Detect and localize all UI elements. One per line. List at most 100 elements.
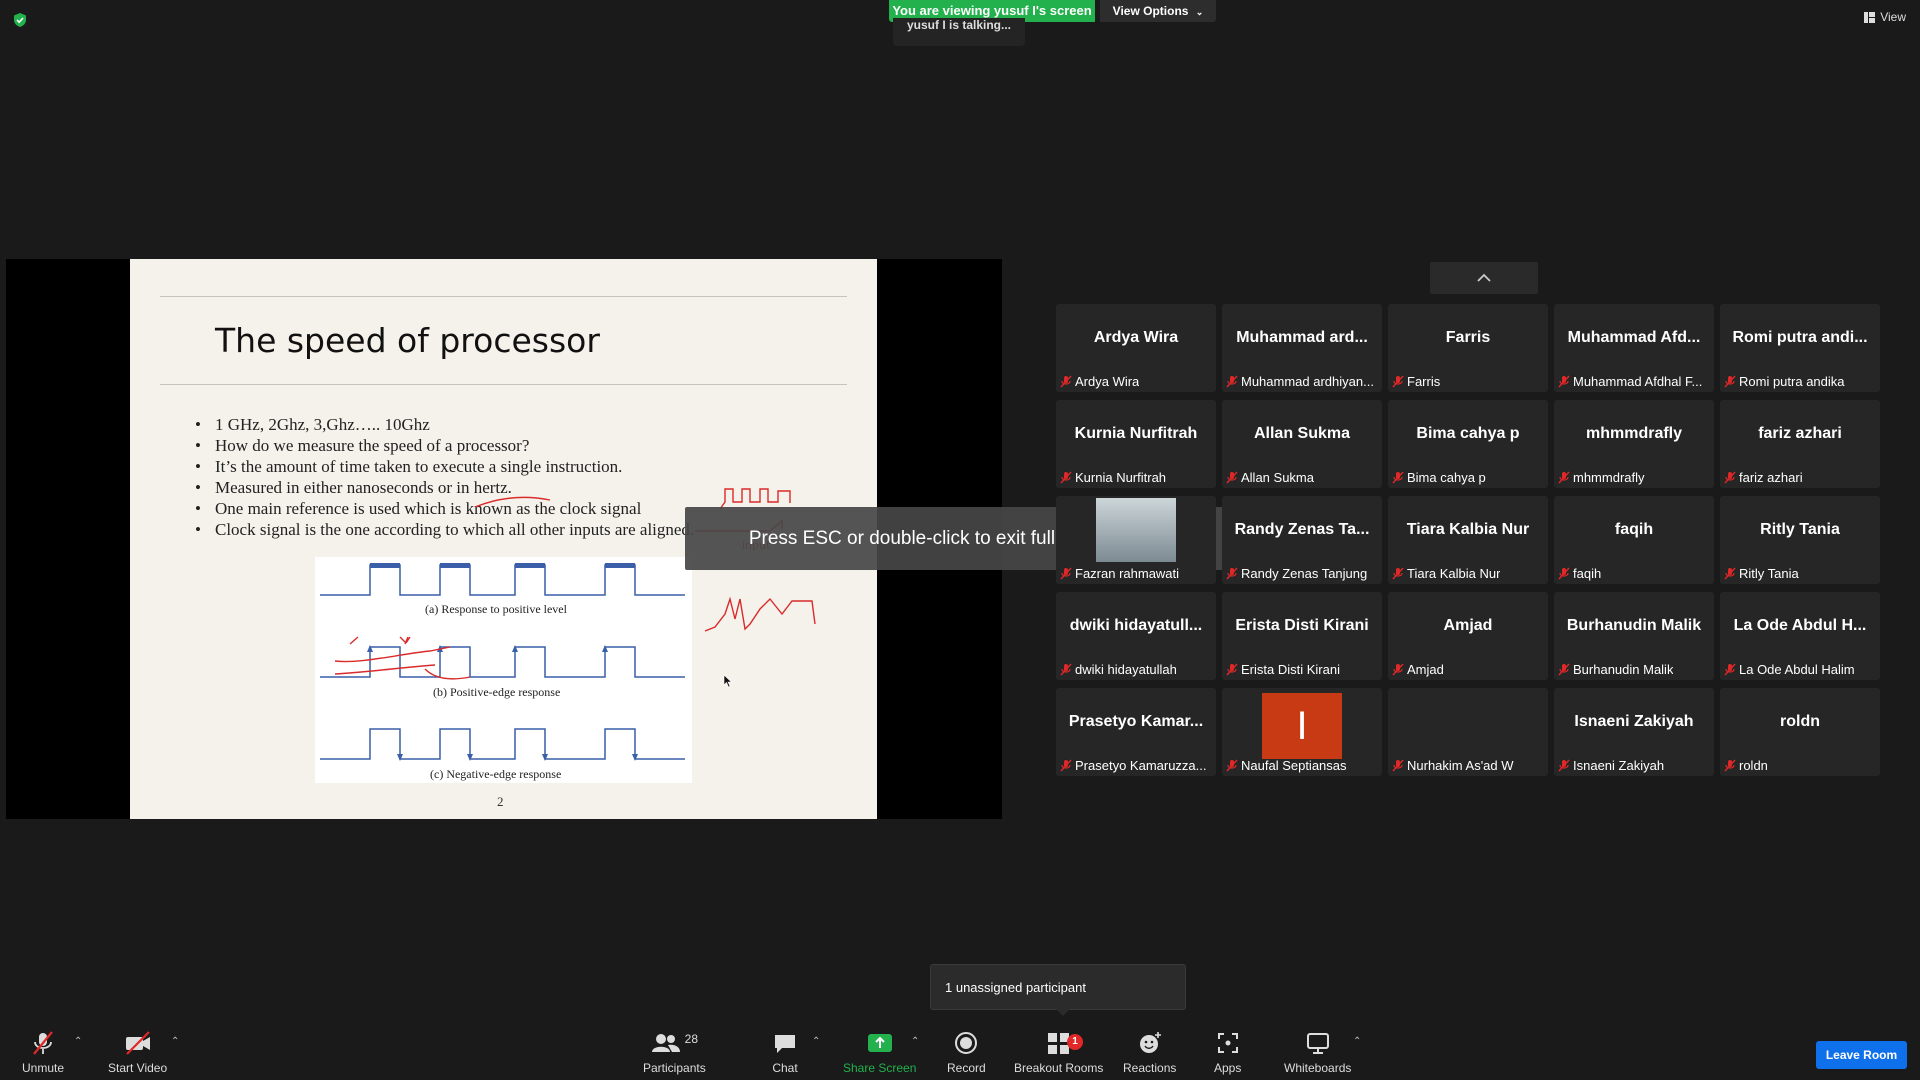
- chat-options-caret[interactable]: ⌃: [812, 1036, 820, 1047]
- participant-label-text: Erista Disti Kirani: [1241, 662, 1340, 677]
- participants-label: Participants: [643, 1061, 706, 1075]
- security-shield-icon[interactable]: [12, 12, 28, 28]
- participant-tile[interactable]: Kurnia Nurfitrah Kurnia Nurfitrah: [1056, 400, 1216, 488]
- microphone-muted-icon: [1724, 375, 1736, 388]
- chevron-up-icon: [1477, 273, 1491, 282]
- share-options-caret[interactable]: ⌃: [911, 1036, 919, 1047]
- chat-label: Chat: [772, 1061, 798, 1075]
- slide-bullet: 1 GHz, 2Ghz, 3,Ghz….. 10Ghz: [190, 414, 694, 435]
- participant-label-text: Romi putra andika: [1739, 374, 1845, 389]
- unmute-button[interactable]: Unmute: [22, 1030, 64, 1075]
- microphone-muted-icon: [1392, 471, 1404, 484]
- breakout-rooms-button[interactable]: Breakout Rooms: [1014, 1030, 1103, 1075]
- participant-tile[interactable]: faqih faqih: [1554, 496, 1714, 584]
- participants-button[interactable]: 28 Participants: [643, 1030, 706, 1075]
- participant-tile[interactable]: Isnaeni Zakiyah Isnaeni Zakiyah: [1554, 688, 1714, 776]
- participant-tile[interactable]: Muhammad ard... Muhammad ardhiyan...: [1222, 304, 1382, 392]
- microphone-muted-icon: [1724, 663, 1736, 676]
- microphone-muted-icon: [1392, 567, 1404, 580]
- participant-tile[interactable]: Randy Zenas Ta... Randy Zenas Tanjung: [1222, 496, 1382, 584]
- whiteboards-options-caret[interactable]: ⌃: [1353, 1036, 1361, 1047]
- participant-label-text: dwiki hidayatullah: [1075, 662, 1177, 677]
- participant-tile[interactable]: Erista Disti Kirani Erista Disti Kirani: [1222, 592, 1382, 680]
- participant-name-label: roldn: [1724, 758, 1768, 773]
- participant-tile[interactable]: Burhanudin Malik Burhanudin Malik: [1554, 592, 1714, 680]
- slide-title: The speed of processor: [215, 321, 600, 360]
- participant-name-label: Farris: [1392, 374, 1440, 389]
- participant-name-label: Randy Zenas Tanjung: [1226, 566, 1367, 581]
- participant-tile[interactable]: Bima cahya p Bima cahya p: [1388, 400, 1548, 488]
- participant-tile[interactable]: mhmmdrafly mhmmdrafly: [1554, 400, 1714, 488]
- participant-tile[interactable]: Romi putra andi... Romi putra andika: [1720, 304, 1880, 392]
- participant-label-text: Prasetyo Kamaruzza...: [1075, 758, 1207, 773]
- participant-tile[interactable]: I Naufal Septiansas: [1222, 688, 1382, 776]
- microphone-muted-icon: [1724, 567, 1736, 580]
- participant-name-label: Ritly Tania: [1724, 566, 1799, 581]
- participant-tile[interactable]: Allan Sukma Allan Sukma: [1222, 400, 1382, 488]
- participant-display-name: Muhammad Afd...: [1567, 329, 1701, 346]
- participant-label-text: mhmmdrafly: [1573, 470, 1645, 485]
- participant-display-name: Bima cahya p: [1416, 425, 1520, 442]
- participant-tile[interactable]: La Ode Abdul H... La Ode Abdul Halim: [1720, 592, 1880, 680]
- participant-tile[interactable]: Ritly Tania Ritly Tania: [1720, 496, 1880, 584]
- participant-label-text: Muhammad Afdhal F...: [1573, 374, 1703, 389]
- audio-options-caret[interactable]: ⌃: [74, 1036, 82, 1047]
- apps-label: Apps: [1214, 1061, 1242, 1075]
- slide-bullet: How do we measure the speed of a process…: [190, 435, 694, 456]
- participant-label-text: Ritly Tania: [1739, 566, 1799, 581]
- participant-label-text: Isnaeni Zakiyah: [1573, 758, 1665, 773]
- participant-display-name: Randy Zenas Ta...: [1234, 521, 1370, 538]
- participant-name-label: Amjad: [1392, 662, 1444, 677]
- participant-tile[interactable]: Tiara Kalbia Nur Tiara Kalbia Nur: [1388, 496, 1548, 584]
- grid-view-icon: [1864, 11, 1876, 23]
- record-button[interactable]: Record: [947, 1030, 986, 1075]
- diagram-caption: (a) Response to positive level: [425, 602, 567, 616]
- participant-tile[interactable]: fariz azhari fariz azhari: [1720, 400, 1880, 488]
- participant-label-text: Kurnia Nurfitrah: [1075, 470, 1167, 485]
- participant-tile[interactable]: Farris Farris: [1388, 304, 1548, 392]
- participant-name-label: Kurnia Nurfitrah: [1060, 470, 1166, 485]
- participant-name-label: La Ode Abdul Halim: [1724, 662, 1855, 677]
- participant-label-text: Muhammad ardhiyan...: [1241, 374, 1374, 389]
- microphone-muted-icon: [1226, 471, 1238, 484]
- microphone-muted-icon: [1558, 663, 1570, 676]
- breakout-rooms-label: Breakout Rooms: [1014, 1061, 1104, 1075]
- participant-name-label: Prasetyo Kamaruzza...: [1060, 758, 1207, 773]
- breakout-notification-badge: 1: [1067, 1034, 1083, 1050]
- participant-tile[interactable]: roldn roldn: [1720, 688, 1880, 776]
- participant-tile[interactable]: Amjad Amjad: [1388, 592, 1548, 680]
- apps-button[interactable]: Apps: [1214, 1030, 1241, 1075]
- microphone-muted-icon: [30, 1030, 56, 1056]
- participant-tile[interactable]: Prasetyo Kamar... Prasetyo Kamaruzza...: [1056, 688, 1216, 776]
- slide-bullet: Measured in either nanoseconds or in her…: [190, 477, 694, 498]
- microphone-muted-icon: [1226, 375, 1238, 388]
- participant-tile[interactable]: Ardya Wira Ardya Wira: [1056, 304, 1216, 392]
- participant-name-label: Fazran rahmawati: [1060, 566, 1179, 581]
- participant-label-text: La Ode Abdul Halim: [1739, 662, 1855, 677]
- participant-name-label: Allan Sukma: [1226, 470, 1314, 485]
- share-screen-label: Share Screen: [843, 1061, 917, 1075]
- leave-room-button[interactable]: Leave Room: [1816, 1041, 1907, 1069]
- participant-name-label: Muhammad ardhiyan...: [1226, 374, 1374, 389]
- start-video-button[interactable]: Start Video: [108, 1030, 167, 1075]
- gallery-page-up-button[interactable]: [1430, 262, 1538, 294]
- reactions-button[interactable]: Reactions: [1123, 1030, 1176, 1075]
- participant-tile[interactable]: Muhammad Afd... Muhammad Afdhal F...: [1554, 304, 1714, 392]
- view-button[interactable]: View: [1864, 10, 1906, 24]
- video-options-caret[interactable]: ⌃: [171, 1036, 179, 1047]
- participant-tile[interactable]: Fazran rahmawati: [1056, 496, 1216, 584]
- participant-tile[interactable]: Nurhakim As'ad W: [1388, 688, 1548, 776]
- whiteboards-button[interactable]: Whiteboards: [1284, 1030, 1351, 1075]
- participant-display-name: Kurnia Nurfitrah: [1074, 425, 1198, 442]
- share-screen-button[interactable]: Share Screen: [843, 1030, 916, 1075]
- participant-display-name: Burhanudin Malik: [1566, 617, 1702, 634]
- chat-button[interactable]: Chat: [772, 1030, 798, 1075]
- view-options-label: View Options: [1112, 4, 1189, 18]
- participant-tile[interactable]: dwiki hidayatull... dwiki hidayatullah: [1056, 592, 1216, 680]
- slide-bullet-list: 1 GHz, 2Ghz, 3,Ghz….. 10Ghz How do we me…: [190, 414, 694, 540]
- view-options-button[interactable]: View Options ⌄: [1100, 0, 1216, 22]
- breakout-unassigned-tooltip[interactable]: 1 unassigned participant: [930, 964, 1186, 1016]
- participant-name-label: faqih: [1558, 566, 1601, 581]
- participants-count: 28: [684, 1032, 699, 1046]
- participant-display-name: Tiara Kalbia Nur: [1406, 521, 1530, 538]
